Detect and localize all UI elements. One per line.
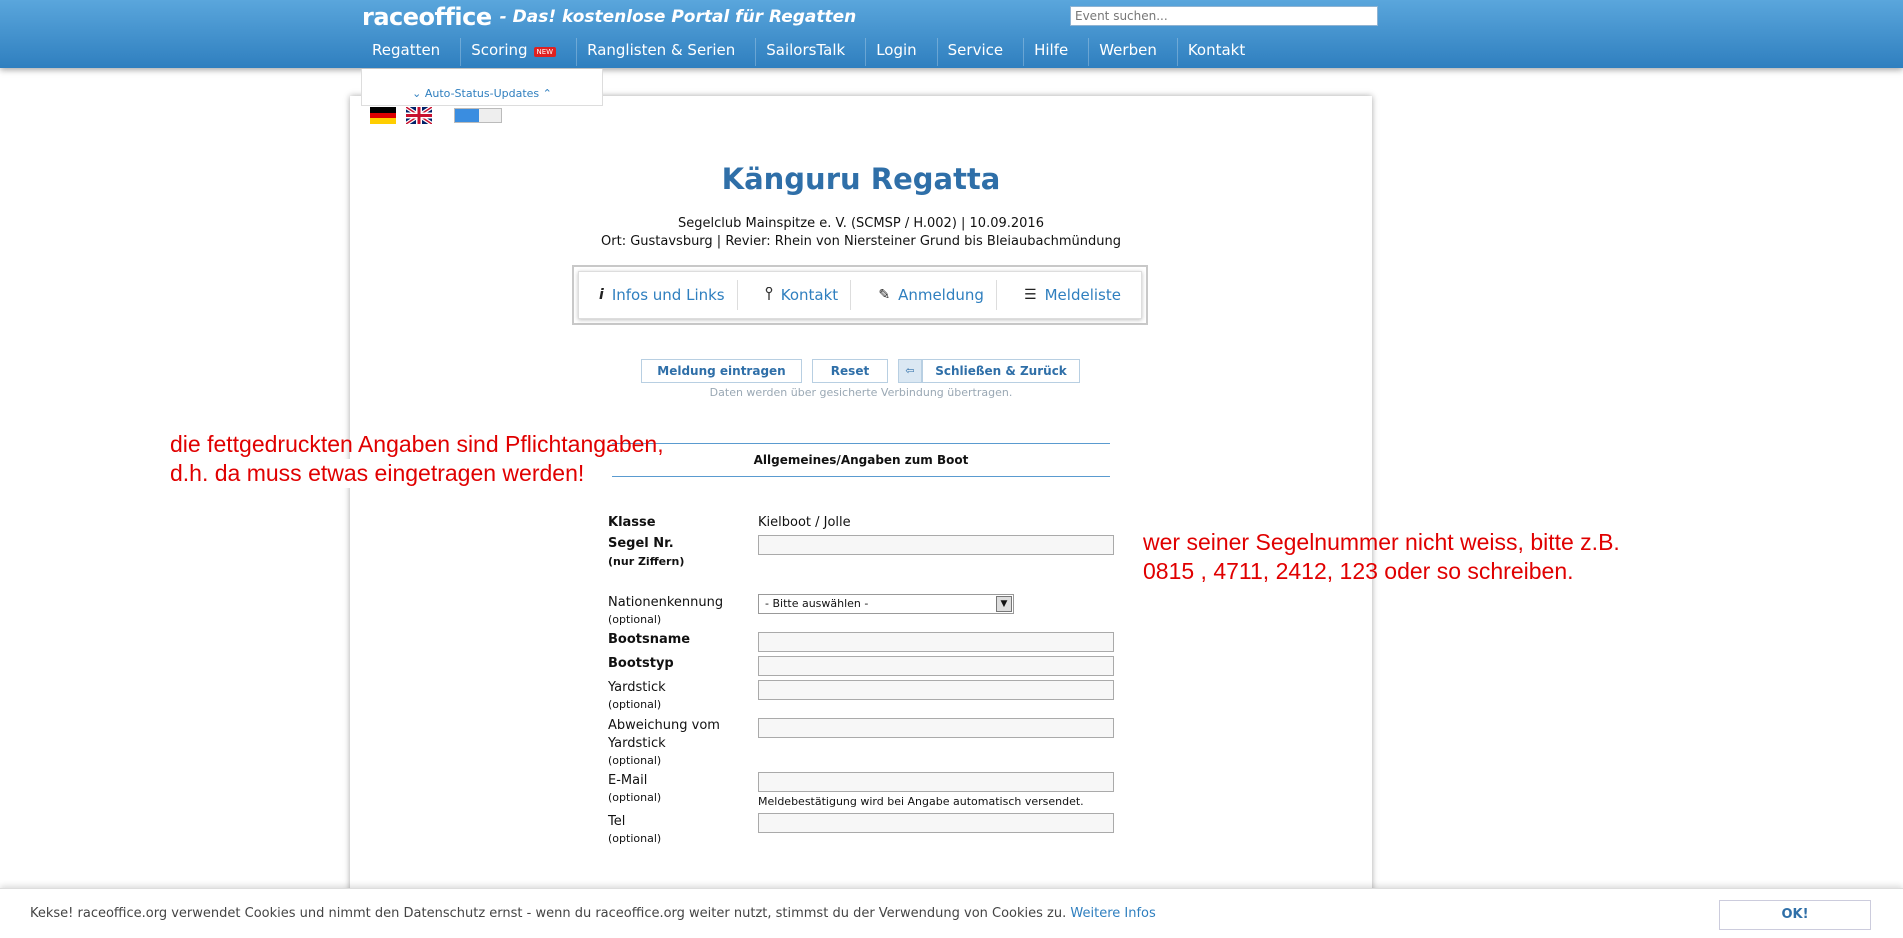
list-icon: ☰	[1024, 287, 1037, 303]
nation-optional: (optional)	[608, 613, 662, 626]
new-badge: NEW	[533, 47, 557, 57]
sail-number-label: Segel Nr.	[608, 536, 674, 551]
main-nav: Regatten Scoring NEW Ranglisten & Serien…	[362, 38, 1265, 66]
klasse-label: Klasse	[608, 515, 656, 530]
yardstick-deviation-label-1: Abweichung vom	[608, 718, 720, 733]
annotation-right-line1: wer seiner Segelnummer nicht weiss, bitt…	[1143, 529, 1620, 555]
phone-input[interactable]	[758, 813, 1114, 833]
top-header-bar: raceoffice - Das! kostenlose Portal für …	[0, 0, 1903, 68]
email-input[interactable]	[758, 772, 1114, 792]
phone-label: Tel	[608, 814, 626, 829]
display-toggle[interactable]	[454, 108, 502, 123]
tab-kontakt[interactable]: Kontakt	[753, 280, 852, 310]
nation-select[interactable]: - Bitte auswählen - ▼	[758, 594, 1014, 614]
section-header-boat: Allgemeines/Angaben zum Boot	[612, 443, 1110, 477]
reset-button[interactable]: Reset	[812, 359, 888, 383]
nav-kontakt[interactable]: Kontakt	[1178, 38, 1265, 66]
boat-name-input[interactable]	[758, 632, 1114, 652]
event-tabs: i Infos und Links Kontakt ✎ Anmeldung ☰ …	[578, 271, 1142, 319]
email-hint: Meldebestätigung wird bei Angabe automat…	[758, 795, 1084, 808]
klasse-value: Kielboot / Jolle	[758, 515, 851, 530]
raceoffice-logo[interactable]: raceoffice - Das! kostenlose Portal für …	[362, 3, 856, 31]
nav-scoring[interactable]: Scoring NEW	[461, 38, 578, 66]
close-and-back-button[interactable]: Schließen & Zurück	[922, 359, 1080, 383]
auto-status-updates-toggle[interactable]: ⌄ Auto-Status-Updates ⌃	[361, 69, 603, 106]
yardstick-input[interactable]	[758, 680, 1114, 700]
annotation-left-line2: d.h. da muss etwas eingetragen werden!	[170, 459, 593, 488]
boat-type-label: Bootstyp	[608, 656, 674, 671]
tab-label: Kontakt	[780, 286, 839, 304]
annotation-left-line1: die fettgedruckten Angaben sind Pflichta…	[170, 431, 664, 457]
event-tabs-frame: i Infos und Links Kontakt ✎ Anmeldung ☰ …	[572, 265, 1148, 325]
event-organizer-line: Segelclub Mainspitze e. V. (SCMSP / H.00…	[678, 216, 1044, 231]
cookie-text: Kekse! raceoffice.org verwendet Cookies …	[30, 906, 1156, 921]
cookie-ok-button[interactable]: OK!	[1719, 900, 1871, 930]
tab-label: Anmeldung	[898, 286, 984, 304]
nav-ranglisten[interactable]: Ranglisten & Serien	[577, 38, 757, 66]
event-search-input[interactable]	[1070, 6, 1378, 26]
language-switcher	[370, 107, 502, 124]
cookie-banner: Kekse! raceoffice.org verwendet Cookies …	[0, 888, 1903, 938]
nation-label: Nationenkennung	[608, 595, 724, 610]
tab-infos-und-links[interactable]: i Infos und Links	[587, 280, 738, 310]
nav-scoring-label: Scoring	[471, 41, 528, 59]
submit-entry-button[interactable]: Meldung eintragen	[641, 359, 802, 383]
phone-optional: (optional)	[608, 832, 662, 845]
nav-werben[interactable]: Werben	[1089, 38, 1178, 66]
nav-sailorstalk[interactable]: SailorsTalk	[756, 38, 867, 66]
sail-number-input[interactable]	[758, 535, 1114, 555]
tab-label: Infos und Links	[611, 286, 725, 304]
info-icon: i	[599, 287, 604, 303]
event-title: Känguru Regatta	[721, 162, 1001, 196]
german-flag-icon[interactable]	[370, 107, 396, 124]
tab-anmeldung[interactable]: ✎ Anmeldung	[866, 280, 997, 310]
nation-select-value: - Bitte auswählen -	[765, 597, 869, 610]
email-label: E-Mail	[608, 773, 648, 788]
yardstick-optional: (optional)	[608, 698, 662, 711]
annotation-right-line2: 0815 , 4711, 2412, 123 oder so schreiben…	[1143, 558, 1574, 584]
secure-connection-note: Daten werden über gesicherte Verbindung …	[709, 386, 1013, 399]
cookie-message: Kekse! raceoffice.org verwendet Cookies …	[30, 906, 1067, 921]
uk-flag-icon[interactable]	[406, 107, 432, 124]
logo-brand: raceoffice	[362, 3, 492, 31]
chevron-down-icon: ▼	[996, 596, 1012, 612]
yardstick-label: Yardstick	[608, 680, 666, 695]
nav-login[interactable]: Login	[866, 38, 938, 66]
tab-label: Meldeliste	[1044, 286, 1121, 304]
nav-service[interactable]: Service	[938, 38, 1025, 66]
pin-icon	[765, 286, 773, 304]
cookie-more-info-link[interactable]: Weitere Infos	[1070, 906, 1155, 921]
yardstick-deviation-optional: (optional)	[608, 754, 662, 767]
sail-number-hint: (nur Ziffern)	[608, 555, 685, 568]
boat-type-input[interactable]	[758, 656, 1114, 676]
nav-regatten[interactable]: Regatten	[362, 38, 462, 66]
back-icon[interactable]: ⇦	[898, 359, 922, 383]
yardstick-deviation-label-2: Yardstick	[608, 736, 666, 751]
pencil-icon: ✎	[878, 287, 891, 303]
tab-meldeliste[interactable]: ☰ Meldeliste	[1012, 280, 1133, 310]
toggle-fill	[455, 109, 479, 122]
email-optional: (optional)	[608, 791, 662, 804]
nav-hilfe[interactable]: Hilfe	[1024, 38, 1090, 66]
logo-tagline: - Das! kostenlose Portal für Regatten	[499, 7, 857, 27]
boat-name-label: Bootsname	[608, 632, 691, 647]
yardstick-deviation-input[interactable]	[758, 718, 1114, 738]
event-location-line: Ort: Gustavsburg | Revier: Rhein von Nie…	[601, 234, 1121, 249]
